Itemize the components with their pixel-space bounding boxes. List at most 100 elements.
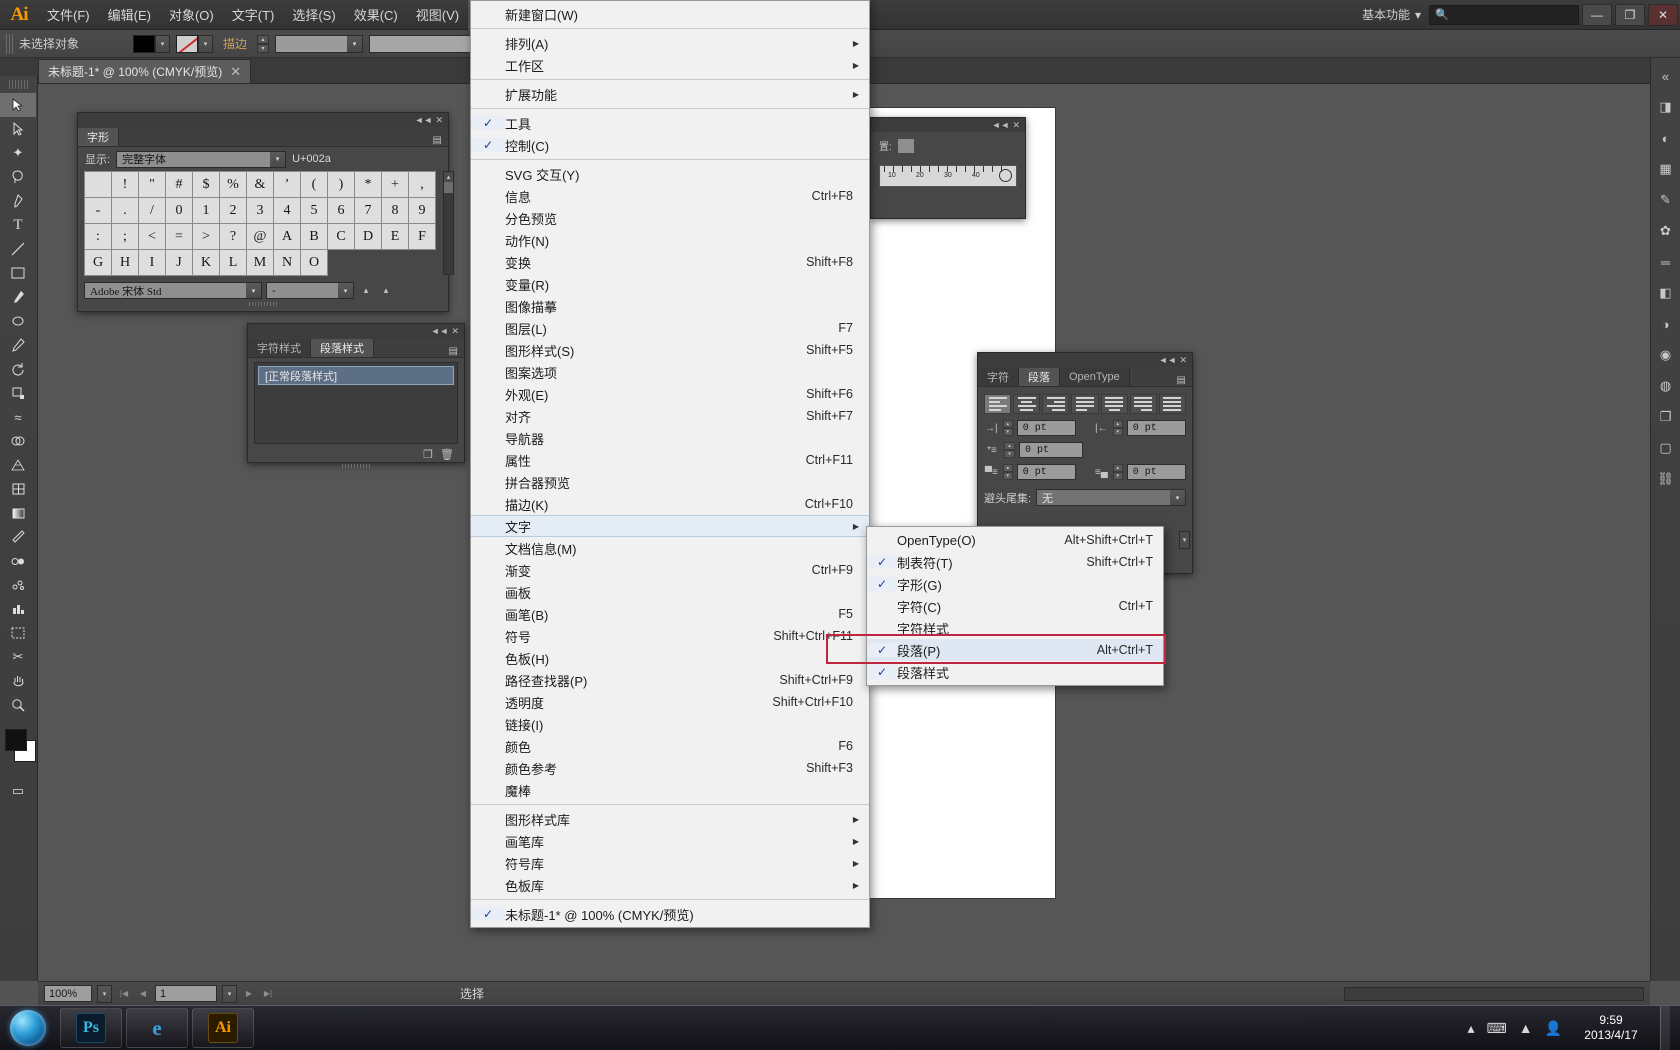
menu-item-6[interactable]: ✓ 段落样式 <box>867 661 1163 683</box>
style-list-item[interactable]: [正常段落样式] <box>258 366 454 385</box>
paragraph-panel-header[interactable]: ◄◄ ✕ <box>978 353 1192 367</box>
fill-dropdown-icon[interactable]: ▾ <box>155 34 170 53</box>
glyphs-panel[interactable]: ◄◄ ✕ 字形 ▤ 显示: 完整字体 ▾ U+002a ! " # $% &’() * +,… <box>77 112 454 312</box>
menu-item-36[interactable]: 颜色 F6 <box>471 735 869 757</box>
glyph-cell[interactable]: O <box>301 250 328 276</box>
tab-paragraph[interactable]: 段落 <box>1019 368 1060 386</box>
tool-artboard[interactable] <box>0 621 36 645</box>
glyph-cell[interactable]: 9 <box>409 198 436 224</box>
glyph-cell[interactable]: L <box>220 250 247 276</box>
chevron-down-icon[interactable]: ▾ <box>246 283 261 298</box>
search-input[interactable]: 🔍 <box>1429 4 1579 25</box>
fill-swatch-group[interactable]: ▾ <box>133 34 170 53</box>
glyph-cell[interactable]: F <box>409 224 436 250</box>
tool-gradient[interactable] <box>0 501 36 525</box>
stroke-weight-stepper[interactable]: ▴ ▾ <box>257 34 270 53</box>
panel-menu-icon[interactable]: ▤ <box>1177 375 1192 386</box>
tool-symbol-sprayer[interactable] <box>0 573 36 597</box>
menu-item-14[interactable]: 变换 Shift+F8 <box>471 251 869 273</box>
justify-last-center-button[interactable] <box>1100 394 1128 414</box>
glyph-cell[interactable]: 2 <box>220 198 247 224</box>
scrollbar-thumb[interactable] <box>444 182 453 193</box>
stroke-weight-combo[interactable]: ▾ <box>275 34 364 53</box>
chevron-down-icon[interactable]: ▾ <box>338 283 353 298</box>
indent-first-input[interactable]: 0 pt <box>1019 442 1083 458</box>
tool-perspective-grid[interactable] <box>0 453 36 477</box>
dock-swatches-icon[interactable]: ▦ <box>1653 157 1679 181</box>
color-wells[interactable] <box>0 727 37 773</box>
screen-mode-button[interactable]: ▭ <box>0 779 36 803</box>
chevron-down-icon[interactable]: ▾ <box>270 151 286 167</box>
transform-position-field[interactable] <box>897 138 914 153</box>
dock-transparency-icon[interactable]: ◑ <box>1653 312 1679 336</box>
menu-3[interactable]: 文字(T) <box>223 0 284 30</box>
menu-item-31[interactable]: 符号 Shift+Ctrl+F11 <box>471 625 869 647</box>
menu-item-38[interactable]: 魔棒 <box>471 779 869 801</box>
tool-scale[interactable] <box>0 381 36 405</box>
glyph-cell[interactable]: + <box>382 172 409 198</box>
glyphs-panel-header[interactable]: ◄◄ ✕ <box>78 113 448 127</box>
indent-right-stepper[interactable]: ▴ ▾ <box>1112 420 1123 436</box>
menu-item-20[interactable]: 外观(E) Shift+F6 <box>471 383 869 405</box>
tool-slice[interactable]: ✂ <box>0 645 36 669</box>
taskbar-button-internet-explorer[interactable]: e <box>126 1008 188 1048</box>
delete-style-icon[interactable]: 🗑 <box>440 448 454 461</box>
glyph-cell[interactable]: I <box>139 250 166 276</box>
menu-0[interactable]: 文件(F) <box>38 0 99 30</box>
taskbar-button-illustrator[interactable]: Ai <box>192 1008 254 1048</box>
scroll-up-icon[interactable]: ▴ <box>444 172 453 182</box>
tab-glyphs[interactable]: 字形 <box>78 128 119 146</box>
stroke-dropdown-icon[interactable]: ▾ <box>198 34 213 53</box>
glyph-cell[interactable]: / <box>139 198 166 224</box>
menu-item-29[interactable]: 画板 <box>471 581 869 603</box>
glyph-cell[interactable]: E <box>382 224 409 250</box>
dock-links-icon[interactable]: ⛓ <box>1653 467 1679 491</box>
menu-item-3[interactable]: 工作区 ▶ <box>471 54 869 76</box>
panel-menu-icon[interactable]: ▤ <box>449 346 464 357</box>
page-number-combo[interactable]: 1 <box>155 985 217 1002</box>
dock-color-icon[interactable]: ◨ <box>1653 95 1679 119</box>
tab-opentype[interactable]: OpenType <box>1060 368 1130 386</box>
glyphs-font-combo[interactable]: Adobe 宋体 Std ▾ <box>84 282 262 299</box>
glyph-cell[interactable] <box>85 172 112 198</box>
tool-paintbrush[interactable] <box>0 285 36 309</box>
page-dropdown-icon[interactable]: ▾ <box>222 984 237 1003</box>
dock-graphic-styles-icon[interactable]: ◍ <box>1653 374 1679 398</box>
close-button[interactable]: ✕ <box>1648 3 1678 26</box>
glyph-cell[interactable]: = <box>166 224 193 250</box>
close-icon[interactable]: ✕ <box>1012 120 1020 130</box>
glyph-cell[interactable]: N <box>274 250 301 276</box>
space-after-stepper[interactable]: ▴ ▾ <box>1112 464 1123 480</box>
taskbar-clock[interactable]: 9:59 2013/4/17 <box>1574 1013 1648 1043</box>
glyph-cell[interactable]: " <box>139 172 166 198</box>
menu-4[interactable]: 选择(S) <box>283 0 344 30</box>
dock-appearance-icon[interactable]: ◉ <box>1653 343 1679 367</box>
indent-first-stepper[interactable]: ▴ ▾ <box>1004 442 1015 458</box>
menu-item-12[interactable]: 分色预览 <box>471 207 869 229</box>
last-page-button[interactable]: ▶| <box>261 985 275 1002</box>
close-icon[interactable]: ✕ <box>1179 355 1187 365</box>
justify-all-button[interactable] <box>1158 394 1186 414</box>
menu-item-26[interactable]: 文字 ▶ <box>471 515 869 537</box>
dock-gradient-icon[interactable]: ◧ <box>1653 281 1679 305</box>
tool-rotate[interactable] <box>0 357 36 381</box>
menu-item-37[interactable]: 颜色参考 Shift+F3 <box>471 757 869 779</box>
menu-item-43[interactable]: 色板库 ▶ <box>471 874 869 896</box>
glyph-cell[interactable]: H <box>112 250 139 276</box>
glyphs-grid[interactable]: ! " # $% &’() * +, -./0 1 2 3 4 5 6 7 8 9:; < = >? @ A B C D E F G H… <box>84 171 436 276</box>
indent-right-input[interactable]: 0 pt <box>1126 420 1186 436</box>
glyph-cell[interactable]: * <box>355 172 382 198</box>
glyphs-scrollbar[interactable]: ▴ <box>443 171 454 275</box>
paragraph-styles-panel[interactable]: ◄◄ ✕ 字符样式 段落样式 ▤ [正常段落样式] ❐ 🗑 <box>247 323 465 468</box>
prev-page-button[interactable]: ◀ <box>136 985 150 1002</box>
glyph-cell[interactable]: K <box>193 250 220 276</box>
glyph-cell[interactable]: J <box>166 250 193 276</box>
menu-item-23[interactable]: 属性 Ctrl+F11 <box>471 449 869 471</box>
menu-item-3[interactable]: 字符(C) Ctrl+T <box>867 595 1163 617</box>
transform-mini-panel[interactable]: ◄◄ ✕ 置: 10 20 30 40 <box>870 117 1026 219</box>
indent-left-stepper[interactable]: ▴ ▾ <box>1002 420 1013 436</box>
tool-lasso[interactable] <box>0 165 36 189</box>
glyph-cell[interactable]: % <box>220 172 247 198</box>
tray-network-icon[interactable]: ▲ <box>1519 1020 1533 1036</box>
dock-brushes-icon[interactable]: ✎ <box>1653 188 1679 212</box>
